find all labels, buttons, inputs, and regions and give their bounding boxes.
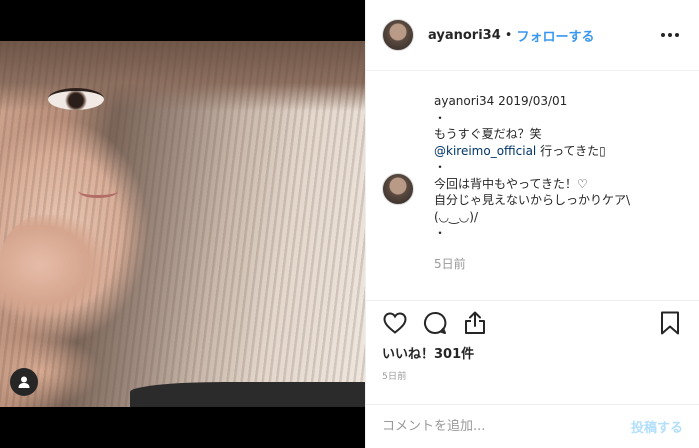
caption-mention-link[interactable]: @kireimo_official [434,144,536,158]
avatar[interactable] [382,19,414,51]
heart-icon[interactable] [382,310,408,336]
photo-smile [78,184,118,198]
caption-line: 今回は背中もやってきた！♡ [434,176,588,191]
header-username[interactable]: ayanori34 [428,28,501,43]
header-separator: • [504,27,513,43]
action-bar [366,301,699,345]
instagram-post: ayanori34 • フォローする ayanori34 2019/03/01 … [0,0,699,448]
caption: ayanori34 2019/03/01 ・ もうすぐ夏だね？笑 @kireim… [434,93,683,272]
photo-eye [48,88,104,110]
user-tag-icon[interactable] [10,368,38,396]
share-icon[interactable] [462,310,488,336]
post-comment-button[interactable]: 投稿する [631,417,683,436]
comments-section: ayanori34 2019/03/01 ・ もうすぐ夏だね？笑 @kireim… [366,71,699,301]
caption-line: ・ [434,160,447,174]
comment-input[interactable] [382,419,631,434]
post-media[interactable] [0,0,365,448]
post-timestamp[interactable]: 5日前 [366,365,699,399]
follow-button[interactable]: フォローする [516,26,594,45]
post-sidebar: ayanori34 • フォローする ayanori34 2019/03/01 … [365,0,699,448]
photo-clothes [130,382,365,407]
more-options-icon[interactable] [657,29,683,41]
post-header: ayanori34 • フォローする [366,0,699,71]
comment-icon[interactable] [422,310,448,336]
caption-time-ago[interactable]: 5日前 [434,256,683,273]
caption-line: (◡‿◡)/ [434,209,478,224]
photo-hand [0,215,110,335]
bookmark-icon[interactable] [657,310,683,336]
likes-count[interactable]: いいね！301件 [366,345,699,365]
caption-line: ・ [434,110,447,125]
caption-line: もうすぐ夏だね？笑 [434,127,542,141]
caption-date: 2019/03/01 [498,94,568,108]
caption-line: 行ってきた▯ [536,143,606,158]
comment-avatar[interactable] [382,173,414,205]
caption-line: 自分じゃ見えないからしっかりケア\ [434,193,631,207]
add-comment-form: 投稿する [366,404,699,448]
caption-line: ・ [434,226,447,240]
caption-username[interactable]: ayanori34 [434,94,494,108]
